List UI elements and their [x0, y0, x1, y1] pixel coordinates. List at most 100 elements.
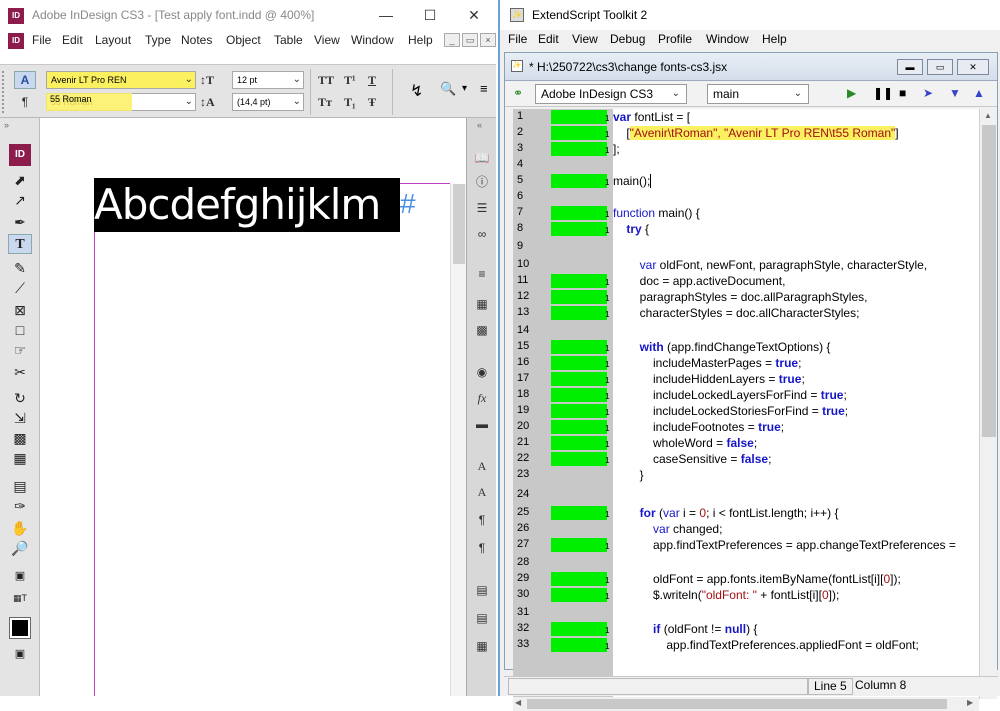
breakpoint-marker[interactable]	[551, 174, 607, 188]
stroke-panel-icon[interactable]: ≡	[471, 264, 493, 284]
paragraph-panel-icon[interactable]: ¶	[471, 510, 493, 530]
info-panel-icon[interactable]: ⓘ	[471, 172, 493, 192]
menu-view[interactable]: View	[314, 33, 340, 47]
pages-panel-icon[interactable]: 📖	[471, 148, 493, 168]
menu-layout[interactable]: Layout	[95, 33, 131, 47]
menu-edit[interactable]: Edit	[538, 32, 559, 46]
doc-close-icon[interactable]: ×	[480, 33, 496, 47]
breakpoint-marker[interactable]	[551, 290, 607, 304]
breakpoint-marker[interactable]	[551, 110, 607, 124]
breakpoint-marker[interactable]	[551, 274, 607, 288]
object-styles-icon[interactable]: ▤	[471, 580, 493, 600]
breakpoint-marker[interactable]	[551, 404, 607, 418]
effects-panel-icon[interactable]: fx	[471, 388, 493, 408]
zoom-tool-icon[interactable]: 🔎	[8, 538, 32, 558]
close-icon[interactable]: ✕	[452, 0, 496, 30]
underline-button[interactable]: T	[368, 73, 376, 88]
menu-table[interactable]: Table	[274, 33, 303, 47]
menu-view[interactable]: View	[572, 32, 598, 46]
table-styles-icon[interactable]: ▦	[471, 636, 493, 656]
scroll-thumb[interactable]	[982, 125, 996, 437]
step-over-icon[interactable]: ➤	[923, 86, 933, 100]
link-icon[interactable]: ⚭	[513, 86, 523, 100]
scroll-thumb[interactable]	[453, 184, 465, 264]
swatches-panel-icon[interactable]: ◉	[471, 362, 493, 382]
menu-profile[interactable]: Profile	[658, 32, 692, 46]
view-mode-icon[interactable]: ▣	[8, 644, 32, 664]
vertical-scrollbar[interactable]	[450, 184, 466, 696]
breakpoint-marker[interactable]	[551, 452, 607, 466]
breakpoint-marker[interactable]	[551, 436, 607, 450]
menu-window[interactable]: Window	[351, 33, 394, 47]
breakpoint-marker[interactable]	[551, 538, 607, 552]
gradient-tool-icon[interactable]: ▩	[8, 428, 32, 448]
rectangle-tool-icon[interactable]: □	[8, 320, 32, 340]
breakpoint-marker[interactable]	[551, 638, 607, 652]
character-styles-icon[interactable]: A	[471, 482, 493, 502]
breakpoint-marker[interactable]	[551, 206, 607, 220]
target-application-select[interactable]: Adobe InDesign CS3 ⌄	[535, 84, 687, 104]
stop-icon[interactable]: ■	[899, 86, 906, 100]
scroll-left-icon[interactable]: ◀	[515, 698, 521, 707]
hand-tool-icon[interactable]: ✋	[8, 518, 32, 538]
horizontal-scrollbar[interactable]: ◀ ▶	[513, 697, 979, 711]
breakpoint-marker[interactable]	[551, 356, 607, 370]
document-icon[interactable]: ID	[8, 33, 24, 49]
scroll-right-icon[interactable]: ▶	[967, 698, 973, 707]
breakpoint-marker[interactable]	[551, 306, 607, 320]
menu-window[interactable]: Window	[706, 32, 749, 46]
breakpoint-marker[interactable]	[551, 388, 607, 402]
gradient-panel-icon[interactable]: ▬	[471, 414, 493, 434]
button-tool-icon[interactable]: ☞	[8, 340, 32, 360]
doc-minimize-icon[interactable]: ▬	[897, 59, 923, 75]
menu-help[interactable]: Help	[408, 33, 433, 47]
note-tool-icon[interactable]: ▤	[8, 476, 32, 496]
superscript-button[interactable]: T¹	[344, 73, 356, 88]
breakpoint-marker[interactable]	[551, 506, 607, 520]
scissors-tool-icon[interactable]: ✂	[8, 362, 32, 382]
menu-file[interactable]: File	[508, 32, 527, 46]
scroll-up-icon[interactable]: ▲	[984, 111, 992, 120]
selected-sample-text[interactable]: Abcdefghijklm	[94, 178, 400, 232]
doc-maximize-icon[interactable]: ▭	[927, 59, 953, 75]
breakpoint-marker[interactable]	[551, 126, 607, 140]
paragraph-mode-icon[interactable]: ¶	[14, 93, 36, 111]
breakpoint-marker[interactable]	[551, 588, 607, 602]
doc-minimize-icon[interactable]: _	[444, 33, 460, 47]
eyedropper-tool-icon[interactable]: ✑	[8, 496, 32, 516]
lightning-icon[interactable]: ↯	[410, 81, 423, 101]
cell-styles-icon[interactable]: ▤	[471, 608, 493, 628]
menu-edit[interactable]: Edit	[62, 33, 83, 47]
breakpoint-marker[interactable]	[551, 420, 607, 434]
formatting-affects-icon[interactable]: ▦T	[8, 588, 32, 608]
rotate-tool-icon[interactable]: ↻	[8, 388, 32, 408]
collapse-icon[interactable]: »	[4, 120, 9, 130]
breakpoint-marker[interactable]	[551, 222, 607, 236]
code-editor[interactable]: var fontList = [ ["Avenir\tRoman", "Aven…	[613, 109, 979, 699]
menu-help[interactable]: Help	[762, 32, 787, 46]
fill-stroke-icon[interactable]: ▣	[8, 566, 32, 586]
font-size-input[interactable]: 12 pt ⌄	[232, 71, 304, 89]
pencil-tool-icon[interactable]: ✎	[8, 258, 32, 278]
strikethrough-button[interactable]: Ŧ	[368, 95, 376, 110]
text-wrap-panel-icon[interactable]: ▩	[471, 320, 493, 340]
line-number-gutter[interactable]: 1 1 1 2 1 3 4 1 5 6 1 7 1 8 9 10 1 11 1 12 1 13 14 1 15 1 16 1 17 1 18…	[513, 109, 613, 699]
breakpoint-marker[interactable]	[551, 340, 607, 354]
rectangle-frame-tool-icon[interactable]: ⊠	[8, 300, 32, 320]
direct-selection-tool-icon[interactable]: ↗	[8, 190, 32, 210]
free-transform-tool-icon[interactable]: ▦	[8, 448, 32, 468]
vertical-scrollbar[interactable]: ▲ ▼	[979, 109, 997, 699]
scale-tool-icon[interactable]: ⇲	[8, 408, 32, 428]
breakpoint-marker[interactable]	[551, 572, 607, 586]
breakpoint-marker[interactable]	[551, 142, 607, 156]
type-tool-icon[interactable]: T	[8, 234, 32, 254]
step-out-icon[interactable]: ▲	[973, 86, 985, 100]
doc-restore-icon[interactable]: ▭	[462, 33, 478, 47]
selection-tool-icon[interactable]: ⬈	[8, 170, 32, 190]
pause-icon[interactable]: ❚❚	[873, 86, 893, 100]
pen-tool-icon[interactable]: ✒	[8, 212, 32, 232]
table-panel-icon[interactable]: ▦	[471, 294, 493, 314]
run-icon[interactable]: ▶	[847, 86, 856, 100]
paragraph-styles-icon[interactable]: ¶	[471, 538, 493, 558]
panel-grip-icon[interactable]	[2, 71, 8, 113]
